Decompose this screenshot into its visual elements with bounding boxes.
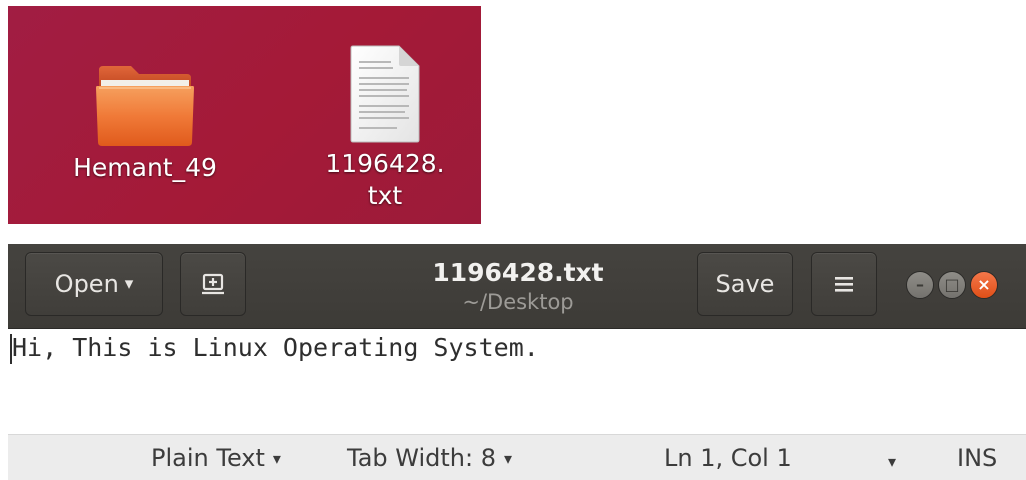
open-button-label: Open [54,270,119,298]
maximize-button[interactable]: □ [938,271,966,299]
cursor-position-label: Ln 1, Col 1 [664,444,792,472]
maximize-icon: □ [944,275,960,294]
folder-label: Hemant_49 [73,153,217,182]
desktop-file-item[interactable]: 1196428. txt [310,44,460,212]
file-label-line1: 1196428. [325,149,445,178]
window-subtitle: ~/Desktop [462,290,574,314]
insert-mode-indicator[interactable]: INS [957,443,997,473]
minimize-button[interactable]: – [906,271,934,299]
language-selector[interactable]: Plain Text ▾ [151,443,281,474]
language-label: Plain Text [151,444,265,472]
desktop-background: Hemant_49 1196428. txt [8,6,481,224]
new-tab-button[interactable] [180,252,246,316]
insert-mode-label: INS [957,444,998,472]
hamburger-menu-icon [835,277,853,292]
desktop-folder-item[interactable]: Hemant_49 [60,62,230,184]
text-editor-window: Open ▾ 1196428.txt ~/Desktop Save – □ × … [8,244,1026,480]
window-title: 1196428.txt [432,258,604,287]
cursor-position[interactable]: Ln 1, Col 1 [664,443,792,473]
chevron-down-icon: ▾ [272,449,281,468]
folder-icon [96,66,194,146]
text-editor-area[interactable]: Hi, This is Linux Operating System. [8,330,1026,410]
file-label-line2: txt [367,181,403,210]
chevron-down-icon: ▾ [124,274,134,294]
statusbar: Plain Text ▾ Tab Width: 8 ▾ Ln 1, Col 1 ▾ … [8,434,1026,480]
headerbar: Open ▾ 1196428.txt ~/Desktop Save – □ × [8,244,1026,329]
save-button[interactable]: Save [697,252,793,316]
menu-button[interactable] [811,252,877,316]
window-title-area: 1196428.txt ~/Desktop [358,258,678,316]
text-file-icon [350,45,420,143]
text-cursor [10,334,12,364]
new-tab-icon [202,273,224,295]
close-button[interactable]: × [970,271,998,299]
tab-width-label: Tab Width: 8 [347,444,496,472]
minimize-icon: – [916,275,924,294]
chevron-down-icon: ▾ [503,449,512,468]
open-button[interactable]: Open ▾ [25,252,163,316]
document-text: Hi, This is Linux Operating System. [12,333,539,362]
close-icon: × [977,275,991,294]
tab-width-selector[interactable]: Tab Width: 8 ▾ [347,443,512,474]
save-button-label: Save [715,270,775,298]
chevron-down-icon: ▾ [888,452,897,471]
position-dropdown[interactable]: ▾ [888,447,896,477]
